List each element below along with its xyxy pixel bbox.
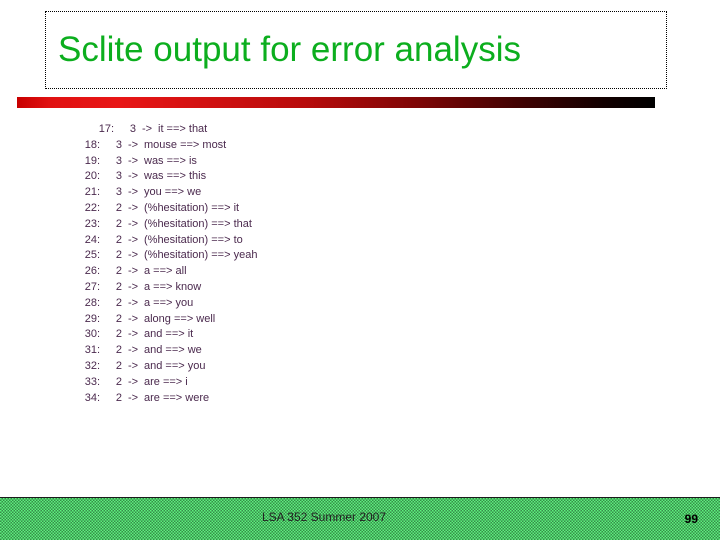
listing-row-count: 3	[115, 138, 122, 151]
listing-row-substitution: (%hesitation) ==> yeah	[144, 249, 258, 262]
listing-row-count: 2	[115, 249, 122, 262]
listing-row-count: 2	[115, 359, 122, 372]
listing-row-index: 32:	[84, 359, 100, 372]
slide-title-box: Sclite output for error analysis	[45, 11, 667, 89]
listing-row: 21: 3 -> you ==> we	[74, 185, 257, 201]
listing-row-arrow: ->	[127, 296, 139, 309]
listing-row-count: 3	[129, 123, 136, 135]
listing-row-count: 2	[115, 280, 122, 293]
listing-row-count: 2	[115, 328, 122, 341]
listing-row-index: 22:	[84, 201, 100, 214]
listing-row-index: 26:	[84, 265, 100, 278]
listing-row: 26: 2 -> a ==> all	[74, 264, 257, 280]
listing-row-count: 2	[115, 391, 122, 404]
listing-row-arrow: ->	[127, 328, 139, 341]
listing-row: 27: 2 -> a ==> know	[74, 280, 257, 296]
listing-row-index: 31:	[84, 344, 100, 357]
listing-row-index: 28:	[84, 296, 100, 309]
listing-row: 32: 2 -> and ==> you	[74, 359, 257, 375]
listing-row-substitution: along ==> well	[144, 312, 216, 325]
listing-row-count: 3	[115, 154, 122, 167]
listing-row-index: 33:	[84, 375, 100, 388]
listing-row-substitution: (%hesitation) ==> that	[144, 217, 252, 230]
listing-row: 17: 3 -> it ==> that	[74, 122, 257, 138]
listing-row-substitution: (%hesitation) ==> to	[144, 233, 243, 246]
listing-row: 23: 2 -> (%hesitation) ==> that	[74, 217, 257, 233]
listing-row-arrow: ->	[127, 154, 139, 167]
listing-row-substitution: a ==> know	[144, 280, 202, 293]
page-title: Sclite output for error analysis	[58, 29, 521, 69]
listing-row-index: 24:	[84, 233, 100, 246]
listing-row: 28: 2 -> a ==> you	[74, 296, 257, 312]
listing-row-count: 2	[115, 375, 122, 388]
listing-row-arrow: ->	[127, 391, 139, 404]
listing-row-count: 2	[115, 344, 122, 357]
listing-row: 34: 2 -> are ==> were	[74, 391, 257, 407]
sclite-output-listing: 17: 3 -> it ==> that 18: 3 -> mouse ==> most 19:…	[74, 122, 258, 407]
page-number: 99	[684, 512, 698, 526]
listing-row: 33: 2 -> are ==> i	[74, 375, 257, 391]
listing-row-count: 3	[115, 170, 122, 183]
listing-row-substitution: a ==> all	[144, 265, 187, 278]
listing-row: 30: 2 -> and ==> it	[74, 327, 257, 343]
listing-row-index: 19:	[84, 154, 100, 167]
listing-row: 19: 3 -> was ==> is	[74, 154, 257, 170]
listing-row-index: 34:	[84, 391, 100, 404]
listing-row-arrow: ->	[141, 123, 153, 135]
listing-row-count: 2	[115, 296, 122, 309]
listing-row-count: 2	[115, 201, 122, 214]
listing-row: 18: 3 -> mouse ==> most	[74, 138, 257, 154]
listing-row-count: 2	[115, 312, 122, 325]
listing-row-arrow: ->	[127, 344, 139, 357]
listing-row-arrow: ->	[127, 280, 139, 293]
listing-row: 22: 2 -> (%hesitation) ==> it	[74, 201, 257, 217]
listing-row-count: 2	[115, 217, 122, 230]
listing-row-substitution: and ==> you	[144, 359, 206, 372]
listing-row-arrow: ->	[127, 359, 139, 372]
listing-row: 25: 2 -> (%hesitation) ==> yeah	[74, 248, 258, 264]
listing-row-substitution: (%hesitation) ==> it	[144, 201, 240, 214]
listing-row-count: 3	[115, 186, 122, 199]
title-divider-rule	[17, 97, 655, 108]
listing-row-substitution: are ==> i	[144, 375, 188, 388]
footer-band: LSA 352 Summer 2007 99	[0, 497, 720, 540]
listing-row-arrow: ->	[127, 233, 139, 246]
listing-row-arrow: ->	[127, 312, 139, 325]
listing-row-substitution: you ==> we	[144, 186, 202, 199]
listing-row-index: 30:	[84, 328, 100, 341]
listing-row-count: 2	[115, 265, 122, 278]
listing-row-index: 25:	[84, 249, 100, 262]
listing-row-arrow: ->	[127, 201, 139, 214]
listing-row-arrow: ->	[127, 138, 139, 151]
listing-row-index: 17:	[98, 123, 114, 135]
listing-row-substitution: was ==> this	[144, 170, 207, 183]
listing-row-arrow: ->	[127, 265, 139, 278]
listing-row-substitution: and ==> we	[144, 344, 202, 357]
listing-row-arrow: ->	[127, 217, 139, 230]
listing-row-substitution: was ==> is	[144, 154, 197, 167]
listing-row-index: 27:	[84, 280, 100, 293]
listing-row: 20: 3 -> was ==> this	[74, 169, 257, 185]
listing-row: 24: 2 -> (%hesitation) ==> to	[74, 233, 257, 249]
footer-course-label: LSA 352 Summer 2007	[261, 510, 387, 524]
listing-row-index: 23:	[84, 217, 100, 230]
listing-row-arrow: ->	[127, 170, 139, 183]
listing-row-substitution: a ==> you	[144, 296, 194, 309]
listing-row: 31: 2 -> and ==> we	[74, 343, 257, 359]
listing-row-index: 18:	[84, 138, 100, 151]
listing-row-substitution: and ==> it	[144, 328, 194, 341]
listing-row-index: 20:	[84, 170, 100, 183]
listing-row-substitution: are ==> were	[144, 391, 210, 404]
listing-row-substitution: it ==> that	[158, 123, 208, 135]
listing-row-index: 21:	[84, 186, 100, 199]
listing-row: 29: 2 -> along ==> well	[74, 312, 257, 328]
listing-row-arrow: ->	[127, 375, 139, 388]
listing-row-count: 2	[115, 233, 122, 246]
listing-row-index: 29:	[84, 312, 100, 325]
listing-row-arrow: ->	[127, 249, 139, 262]
listing-row-arrow: ->	[127, 186, 139, 199]
listing-row-substitution: mouse ==> most	[144, 138, 227, 151]
